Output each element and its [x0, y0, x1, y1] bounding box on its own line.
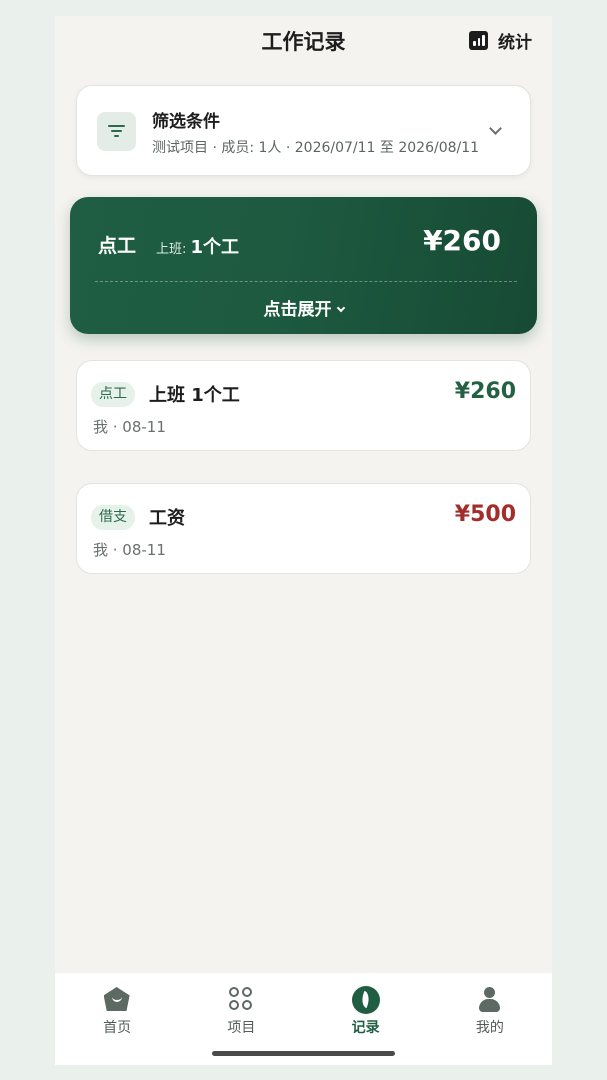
- filter-title: 筛选条件: [152, 112, 220, 132]
- summary-detail: 上班: 1个工: [156, 233, 239, 259]
- person-icon: [476, 986, 503, 1013]
- record-meta: 我 · 08-11: [93, 418, 166, 436]
- record-title: 上班 1个工: [149, 385, 240, 406]
- chevron-down-icon: [336, 303, 345, 313]
- leaf-icon: [352, 986, 381, 1014]
- tab-label: 我的: [475, 1020, 504, 1036]
- stats-button[interactable]: 统计: [469, 28, 532, 53]
- record-amount: ¥260: [454, 379, 516, 404]
- record-tag: 点工: [91, 382, 135, 407]
- divider: [95, 281, 517, 282]
- tab-label: 项目: [227, 1020, 256, 1036]
- summary-detail-value: 1个工: [190, 237, 240, 258]
- tab-home[interactable]: 首页: [55, 973, 179, 1065]
- tab-label: 首页: [103, 1020, 132, 1036]
- summary-card: 点工 上班: 1个工 ¥260 点击展开: [70, 197, 537, 334]
- record-item[interactable]: 借支 工资 我 · 08-11 ¥500: [76, 483, 531, 574]
- filter-summary: 测试项目 · 成员: 1人 · 2026/07/11 至 2026/08/11: [152, 140, 480, 156]
- filter-card[interactable]: 筛选条件 测试项目 · 成员: 1人 · 2026/07/11 至 2026/0…: [76, 85, 531, 176]
- summary-detail-prefix: 上班:: [156, 242, 187, 257]
- header: 工作记录 统计: [55, 16, 552, 66]
- home-indicator: [212, 1051, 395, 1056]
- stats-label: 统计: [498, 33, 532, 53]
- bar-chart-icon: [469, 31, 488, 50]
- summary-amount: ¥260: [423, 224, 501, 257]
- summary-type: 点工: [98, 235, 137, 257]
- record-item[interactable]: 点工 上班 1个工 我 · 08-11 ¥260: [76, 360, 531, 451]
- app-screen: 工作记录 统计 筛选条件 测试项目 · 成员: 1人 · 2026/07/11 …: [55, 16, 552, 1065]
- chevron-down-icon: [489, 122, 502, 135]
- expand-label: 点击展开: [263, 300, 332, 320]
- tab-profile[interactable]: 我的: [428, 973, 552, 1065]
- grid-icon: [228, 986, 255, 1013]
- tab-label: 记录: [351, 1020, 380, 1036]
- home-icon: [103, 986, 131, 1013]
- expand-button[interactable]: 点击展开: [70, 295, 537, 320]
- record-meta: 我 · 08-11: [93, 541, 166, 559]
- record-tag: 借支: [91, 505, 135, 530]
- record-title: 工资: [149, 508, 185, 529]
- filter-icon: [97, 112, 136, 151]
- record-amount: ¥500: [454, 502, 516, 527]
